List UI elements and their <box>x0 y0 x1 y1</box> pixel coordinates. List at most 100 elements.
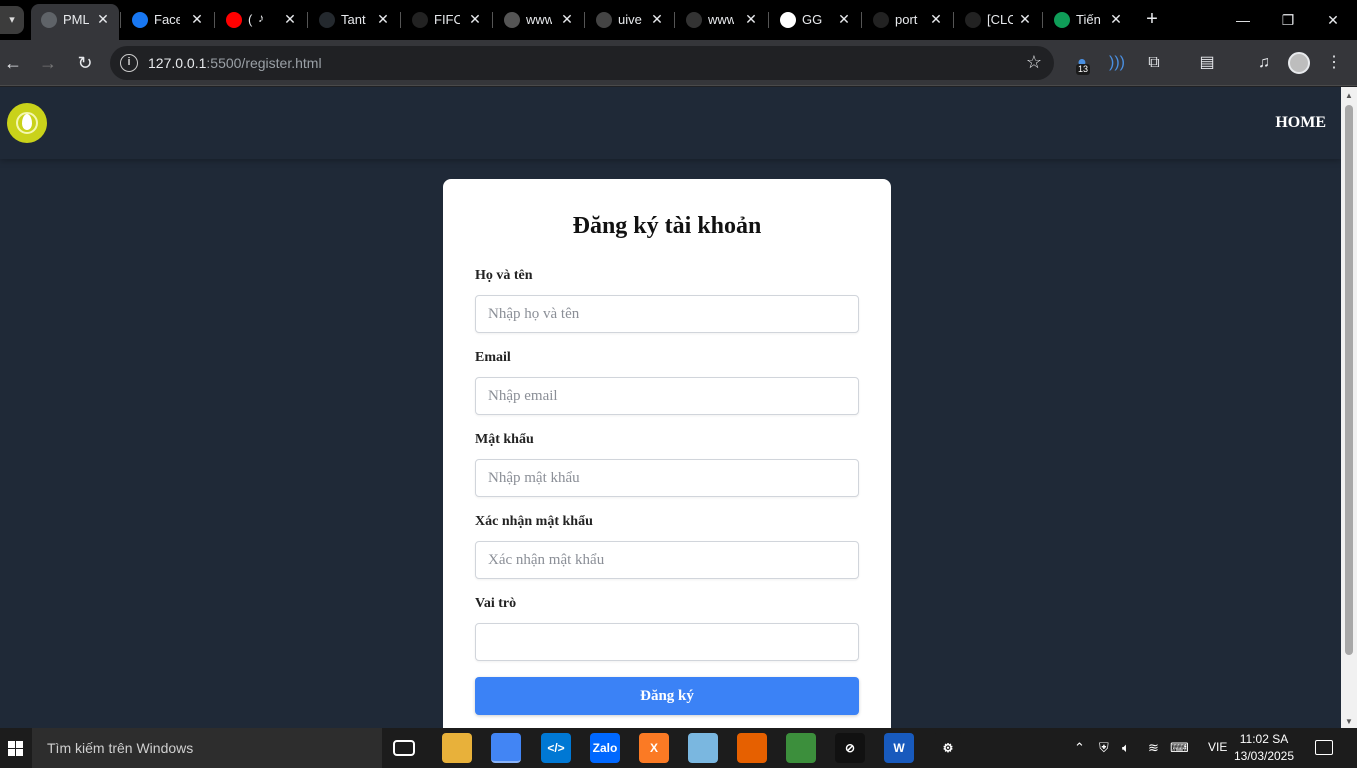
volume-icon[interactable]: 🔈︎ <box>1122 740 1130 756</box>
media-control-icon[interactable]: ♫ <box>1252 51 1276 75</box>
browser-tab[interactable]: www ✕ <box>494 4 583 36</box>
taskbar-clock[interactable]: 11:02 SA 13/03/2025 <box>1232 731 1296 765</box>
facebook-icon <box>132 12 148 28</box>
browser-tab[interactable]: uive ✕ <box>586 4 673 36</box>
confirm-password-input[interactable] <box>475 541 859 579</box>
password-label: Mật khẩu <box>475 432 534 447</box>
restore-button[interactable]: ❐ <box>1273 6 1303 34</box>
tab-label: [CLC <box>987 12 1013 27</box>
scroll-up-icon[interactable]: ▲ <box>1345 91 1353 100</box>
zalo-icon[interactable]: Zalo <box>590 733 620 763</box>
role-label: Vai trò <box>475 596 517 611</box>
tab-close-icon[interactable]: ✕ <box>95 11 111 27</box>
audio-playing-icon[interactable]: ♪ <box>258 11 264 25</box>
vscode-icon[interactable]: </> <box>541 733 571 763</box>
security-icon[interactable]: ⛨ <box>1099 740 1109 756</box>
menu-dots-icon[interactable]: ⋮ <box>1322 51 1346 75</box>
fullname-input[interactable] <box>475 295 859 333</box>
tab-close-icon[interactable]: ✕ <box>559 11 575 27</box>
chrome-icon[interactable] <box>491 733 521 763</box>
settings-icon[interactable]: ⚙ <box>933 733 963 763</box>
forward-button[interactable]: → <box>35 50 61 76</box>
role-select[interactable] <box>475 623 859 661</box>
minimize-button[interactable]: — <box>1228 6 1258 34</box>
tab-close-icon[interactable]: ✕ <box>649 11 665 27</box>
wifi-extension-icon[interactable]: ))) <box>1105 51 1129 75</box>
fullname-label: Họ và tên <box>475 268 533 283</box>
url-text[interactable]: 127.0.0.1:5500/register.html <box>148 55 322 71</box>
notification-center-icon[interactable] <box>1315 740 1333 755</box>
file-explorer-icon[interactable] <box>442 733 472 763</box>
email-input[interactable] <box>475 377 859 415</box>
tab-label: Tant <box>341 12 366 27</box>
browser-tab[interactable]: PML ✕ <box>31 4 119 40</box>
register-button[interactable]: Đăng ký <box>475 677 859 715</box>
browser-tab[interactable]: Tiến ✕ <box>1044 4 1132 36</box>
close-window-button[interactable]: ✕ <box>1318 6 1348 34</box>
browser-tab[interactable]: Face ✕ <box>122 4 213 36</box>
site-info-icon[interactable]: i <box>120 54 138 72</box>
taskbar-search-box[interactable]: Tìm kiếm trên Windows <box>32 728 382 768</box>
site-logo[interactable] <box>7 103 47 143</box>
bookmark-star-icon[interactable]: ☆ <box>1026 52 1042 73</box>
new-tab-button[interactable]: + <box>1142 8 1162 32</box>
url-path: :5500/register.html <box>206 55 322 71</box>
tab-separator <box>861 12 862 28</box>
xampp-icon[interactable]: X <box>639 733 669 763</box>
tab-separator <box>307 12 308 28</box>
tab-label: port <box>895 12 918 27</box>
keyboard-icon[interactable]: ⌨ <box>1170 740 1189 756</box>
password-input[interactable] <box>475 459 859 497</box>
reload-button[interactable]: ↻ <box>72 50 98 76</box>
nav-home-link[interactable]: HOME <box>1275 114 1326 132</box>
language-indicator[interactable]: VIE <box>1208 740 1227 754</box>
tab-close-icon[interactable]: ✕ <box>282 11 298 27</box>
word-icon[interactable]: W <box>884 733 914 763</box>
task-view-icon[interactable] <box>393 740 415 756</box>
firefox-icon[interactable] <box>737 733 767 763</box>
tab-close-icon[interactable]: ✕ <box>743 11 759 27</box>
tab-label: uive <box>618 12 642 27</box>
page-scrollbar[interactable]: ▲ ▼ <box>1341 87 1357 728</box>
tab-close-icon[interactable]: ✕ <box>928 11 944 27</box>
snipping-icon[interactable] <box>786 733 816 763</box>
browser-tab[interactable]: (♪ ✕ <box>216 4 306 36</box>
browser-tab[interactable]: port ✕ <box>863 4 952 36</box>
reading-list-icon[interactable]: ▤ <box>1195 51 1219 75</box>
tab-close-icon[interactable]: ✕ <box>1017 11 1033 27</box>
tab-search-menu-icon[interactable]: ▾ <box>0 6 24 34</box>
tab-label: www <box>526 12 552 27</box>
browser-tab[interactable]: FIFC ✕ <box>402 4 491 36</box>
browser-tab[interactable]: www ✕ <box>676 4 767 36</box>
building-icon <box>873 12 889 28</box>
tab-separator <box>768 12 769 28</box>
tab-close-icon[interactable]: ✕ <box>836 11 852 27</box>
wifi-icon[interactable]: ≋ <box>1148 740 1159 756</box>
tab-close-icon[interactable]: ✕ <box>467 11 483 27</box>
tab-separator <box>492 12 493 28</box>
tray-expand-icon[interactable]: ⌃ <box>1074 740 1085 756</box>
profile-avatar[interactable] <box>1288 52 1310 74</box>
address-bar[interactable]: i 127.0.0.1:5500/register.html ☆ <box>110 46 1054 80</box>
notepad-icon[interactable] <box>688 733 718 763</box>
tab-separator <box>674 12 675 28</box>
back-button[interactable]: ← <box>0 50 26 76</box>
scroll-down-icon[interactable]: ▼ <box>1345 717 1353 726</box>
tab-close-icon[interactable]: ✕ <box>1108 11 1124 27</box>
scroll-thumb[interactable] <box>1345 105 1353 655</box>
tab-separator <box>1042 12 1043 28</box>
tab-close-icon[interactable]: ✕ <box>189 11 205 27</box>
github-icon <box>319 12 335 28</box>
logo-drop-icon <box>22 114 32 130</box>
browser-tab[interactable]: [CLC ✕ <box>955 4 1041 36</box>
windows-start-icon[interactable] <box>0 728 32 768</box>
tab-close-icon[interactable]: ✕ <box>375 11 391 27</box>
youtube-icon <box>226 12 242 28</box>
url-host: 127.0.0.1 <box>148 55 207 71</box>
browser-tab[interactable]: Tant ✕ <box>309 4 399 36</box>
tab-label: FIFC <box>434 12 460 27</box>
browser-tab[interactable]: GG ✕ <box>770 4 860 36</box>
terminal-icon[interactable]: ⊘ <box>835 733 865 763</box>
extensions-puzzle-icon[interactable]: ⧉ <box>1142 51 1166 75</box>
email-label: Email <box>475 350 511 365</box>
